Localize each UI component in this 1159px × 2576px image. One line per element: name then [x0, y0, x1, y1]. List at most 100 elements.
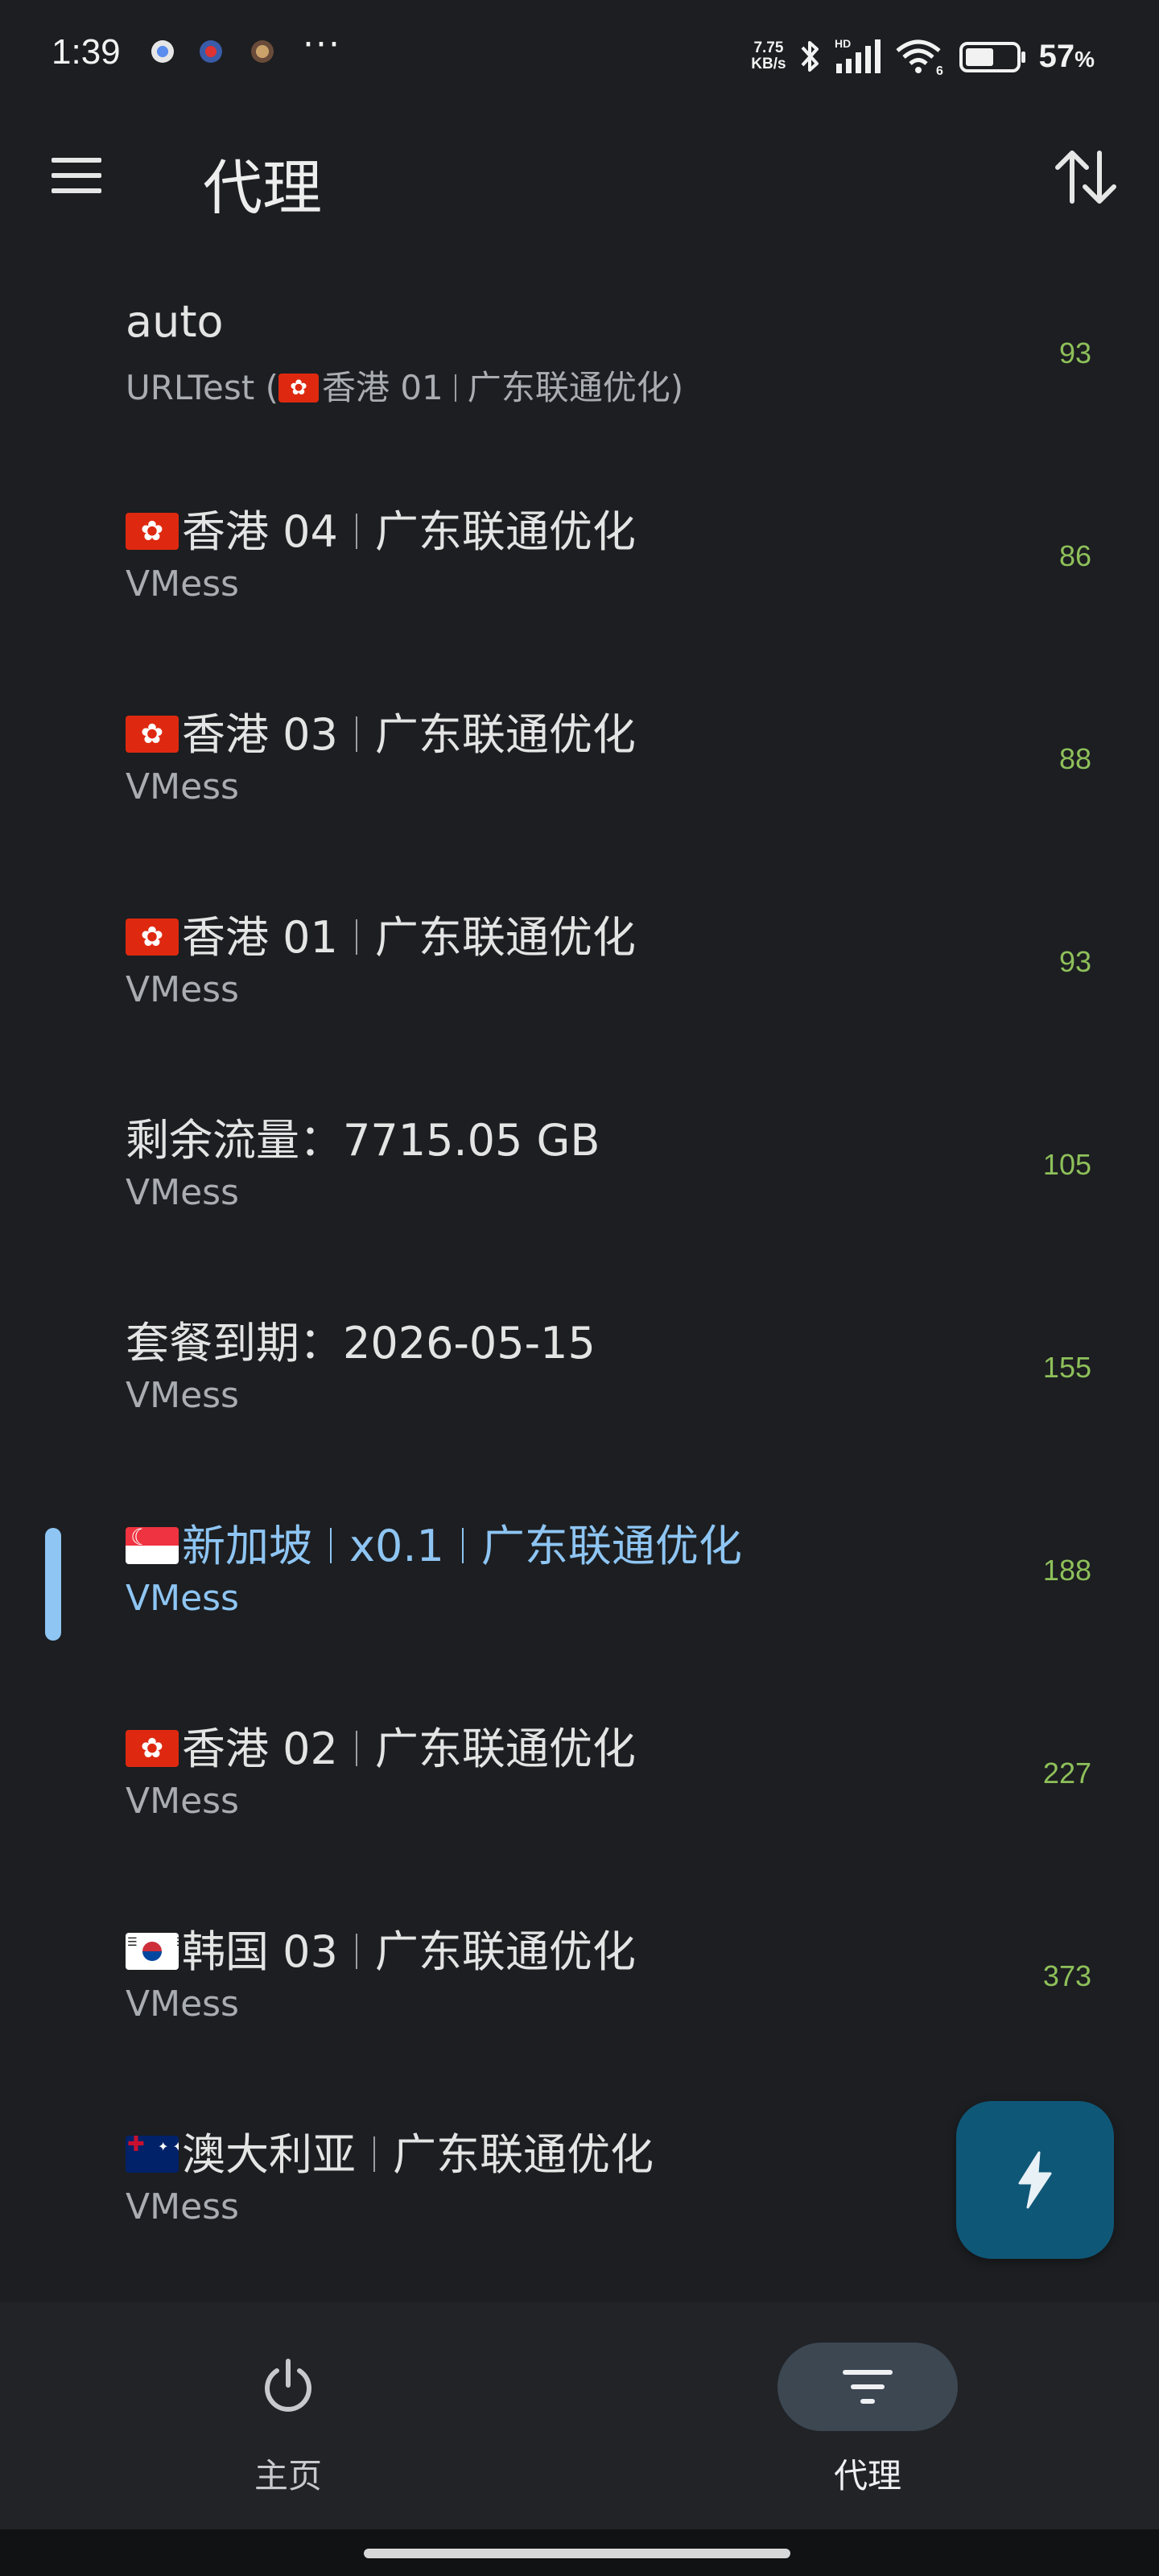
battery-percentage: 57% [1039, 39, 1095, 75]
proxy-type: VMess [126, 1172, 239, 1213]
nav-proxy[interactable]: 代理 [771, 2343, 964, 2504]
proxy-item-selected[interactable]: 新加坡 x0.1 广东联通优化 VMess 188 [0, 1470, 1159, 1673]
hong-kong-flag-icon [126, 1730, 179, 1768]
hd-label: HD [835, 37, 851, 50]
notification-icon [151, 40, 174, 63]
gesture-area [0, 2529, 1159, 2576]
separator [461, 1528, 464, 1564]
proxy-name-route: 广东联通优化 [481, 1521, 742, 1571]
home-gesture-bar[interactable] [364, 2549, 790, 2558]
menu-button[interactable] [45, 150, 109, 201]
more-notifications-icon: ··· [303, 24, 341, 65]
proxy-name: 新加坡 x0.1 广东联通优化 [126, 1510, 742, 1574]
wifi-badge: 6 [936, 64, 943, 76]
australia-flag-icon [126, 2136, 179, 2174]
proxy-latency: 105 [1042, 1148, 1091, 1181]
battery-percent-sign: % [1074, 46, 1095, 72]
proxy-name-route: 广东联通优化 [393, 2129, 654, 2180]
flash-icon [1018, 2151, 1052, 2209]
selected-indicator [45, 1528, 61, 1641]
proxy-name-region: 香港 02 [182, 1724, 338, 1774]
notification-icon [200, 40, 222, 63]
battery-icon [959, 42, 1025, 72]
proxy-type: VMess [126, 2186, 239, 2227]
separator [355, 1731, 357, 1767]
proxy-name-region: 香港 04 [182, 506, 338, 557]
status-bar: 1:39 ··· 7.75 KB/s HD 6 57% [0, 0, 1159, 105]
proxy-type-prefix: URLTest ( [126, 368, 278, 407]
top-app-bar: 代理 [0, 121, 1159, 233]
proxy-name: 香港 02 广东联通优化 [126, 1713, 636, 1777]
proxy-name: 韩国 03 广东联通优化 [126, 1916, 636, 1979]
proxy-item[interactable]: 香港 03 广东联通优化 VMess 88 [0, 658, 1159, 861]
network-speed-value: 7.75 [753, 39, 784, 56]
proxy-type-suffix: 广东联通优化) [467, 368, 684, 407]
wifi-icon: 6 [895, 39, 943, 76]
latency-test-button[interactable] [956, 2101, 1114, 2259]
proxy-latency: 93 [1058, 336, 1091, 369]
proxy-item[interactable]: 韩国 03 广东联通优化 VMess 373 [0, 1876, 1159, 2079]
proxy-name-region: 新加坡 [182, 1521, 312, 1571]
proxy-type: URLTest ( 香港 01 广东联通优化) [126, 361, 683, 410]
proxy-type-node: 香港 01 [321, 368, 443, 407]
separator [355, 919, 357, 956]
proxy-latency: 155 [1042, 1351, 1091, 1384]
proxy-type: VMess [126, 564, 239, 605]
proxy-name-region: 香港 01 [182, 912, 338, 963]
network-speed-unit: KB/s [751, 56, 786, 72]
proxy-type: VMess [126, 1578, 239, 1619]
filter-list-icon [843, 2370, 893, 2404]
separator [454, 374, 456, 402]
proxy-name-region: 澳大利亚 [182, 2129, 356, 2180]
proxy-screen: 1:39 ··· 7.75 KB/s HD 6 57% 代理 auto URLT… [0, 0, 1159, 2576]
bluetooth-icon [801, 41, 819, 72]
proxy-name: 澳大利亚广东联通优化 [126, 2119, 654, 2182]
cellular-signal-icon: HD [835, 37, 881, 73]
notification-icon [251, 40, 274, 63]
proxy-type: VMess [126, 1375, 239, 1416]
sort-button[interactable] [1050, 145, 1122, 209]
proxy-item[interactable]: 香港 04 广东联通优化 VMess 86 [0, 456, 1159, 658]
proxy-latency: 88 [1058, 742, 1091, 775]
page-title: 代理 [203, 154, 322, 223]
sort-icon [1055, 151, 1116, 204]
proxy-name-route: 广东联通优化 [374, 506, 636, 557]
nav-home[interactable]: 主页 [192, 2343, 385, 2504]
singapore-flag-icon [126, 1527, 179, 1565]
hong-kong-flag-icon [126, 513, 179, 551]
status-time: 1:39 [52, 32, 121, 72]
proxy-name-route: 广东联通优化 [374, 912, 636, 963]
menu-icon [52, 158, 101, 193]
separator [355, 716, 357, 753]
proxy-item-auto[interactable]: auto URLTest (香港 01 广东联通优化) 93 [0, 253, 1159, 456]
network-speed: 7.75 KB/s [751, 40, 786, 72]
proxy-item[interactable]: 香港 01 广东联通优化 VMess 93 [0, 861, 1159, 1064]
proxy-latency: 188 [1042, 1554, 1091, 1587]
hong-kong-flag-icon [126, 919, 179, 956]
proxy-item[interactable]: 香港 02 广东联通优化 VMess 227 [0, 1673, 1159, 1876]
proxy-latency: 86 [1058, 539, 1091, 572]
status-indicators: 7.75 KB/s HD 6 57% [751, 32, 1095, 80]
proxy-name-region: 韩国 03 [182, 1926, 338, 1977]
nav-proxy-icon-container [777, 2343, 958, 2431]
battery-percent-value: 57 [1038, 38, 1075, 74]
proxy-name: 剩余流量：7715.05 GB [126, 1115, 600, 1166]
bottom-navigation: 主页 代理 [0, 2302, 1159, 2529]
proxy-name-rate: x0.1 [349, 1521, 444, 1571]
proxy-list: auto URLTest (香港 01 广东联通优化) 93 香港 04 广东联通优… [0, 253, 1159, 2281]
nav-home-label: 主页 [254, 2456, 322, 2496]
hong-kong-flag-icon [126, 716, 179, 753]
proxy-item[interactable]: 套餐到期：2026-05-15 VMess 155 [0, 1267, 1159, 1470]
proxy-name: 套餐到期：2026-05-15 [126, 1318, 596, 1368]
proxy-name: 香港 03 广东联通优化 [126, 699, 636, 762]
proxy-item[interactable]: 剩余流量：7715.05 GB VMess 105 [0, 1064, 1159, 1267]
proxy-latency: 373 [1042, 1959, 1091, 1992]
separator [355, 514, 357, 550]
proxy-name: 香港 01 广东联通优化 [126, 902, 636, 965]
power-icon [265, 2359, 311, 2412]
proxy-name: 香港 04 广东联通优化 [126, 496, 636, 559]
nav-proxy-label: 代理 [833, 2456, 901, 2496]
proxy-name-route: 广东联通优化 [374, 1724, 636, 1774]
hong-kong-flag-icon [278, 373, 319, 402]
south-korea-flag-icon [126, 1933, 179, 1971]
